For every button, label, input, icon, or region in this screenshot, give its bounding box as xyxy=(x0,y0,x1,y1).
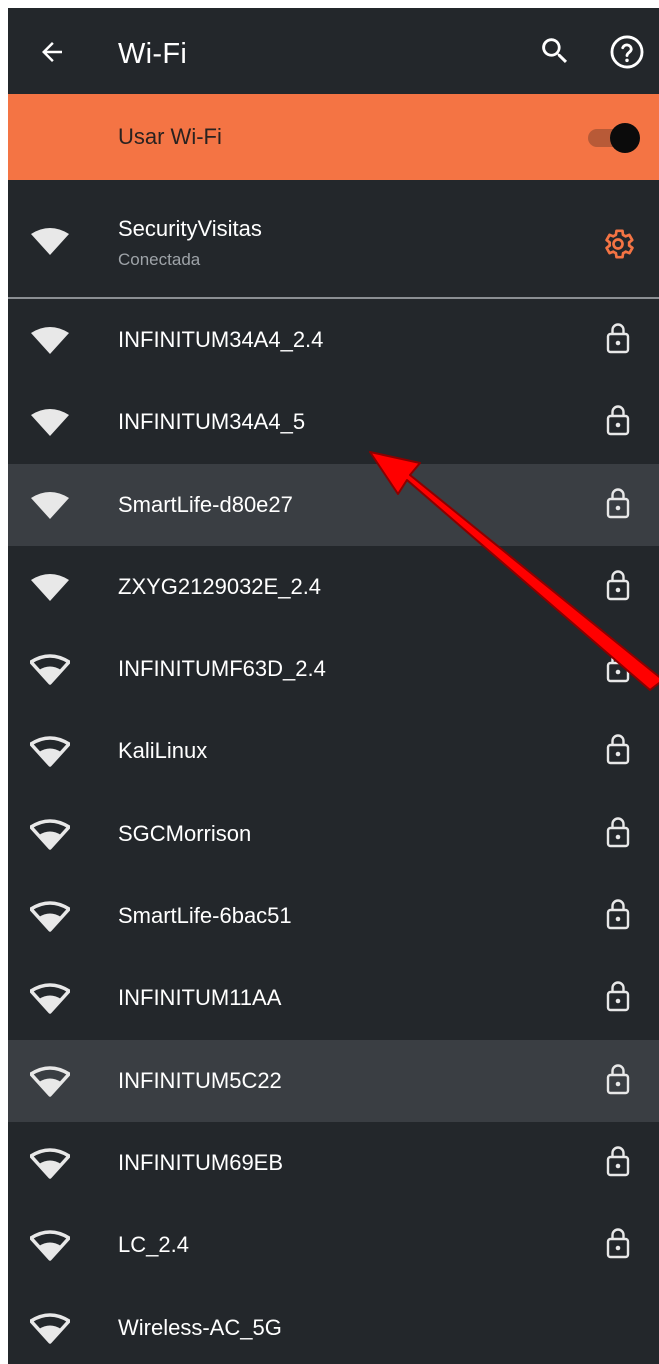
wifi-medium-icon xyxy=(30,1312,70,1344)
lock-icon xyxy=(606,1146,630,1177)
lock-icon xyxy=(606,487,630,518)
network-name: LC_2.4 xyxy=(118,1232,189,1258)
connected-network-status: Conectada xyxy=(118,250,201,269)
network-row[interactable]: SmartLife-d80e27 xyxy=(8,463,659,546)
network-row[interactable]: LC_2.4 xyxy=(8,1204,659,1286)
connected-network-name: SecurityVisitas xyxy=(118,216,262,241)
lock-icon xyxy=(606,570,630,601)
page-title: Wi-Fi xyxy=(118,38,188,70)
wifi-medium-icon xyxy=(30,1065,70,1097)
search-icon xyxy=(542,38,568,64)
toggle-thumb xyxy=(610,123,640,153)
search-button[interactable] xyxy=(538,34,572,68)
lock-icon xyxy=(606,323,630,354)
network-row[interactable]: SGCMorrison xyxy=(8,793,659,875)
lock-icon xyxy=(606,405,630,436)
lock-icon xyxy=(606,652,630,683)
network-row[interactable]: INFINITUM5C22 xyxy=(8,1039,659,1122)
network-name: INFINITUM34A4_2.4 xyxy=(118,327,324,352)
lock-icon xyxy=(606,734,630,765)
wifi-full-icon xyxy=(31,228,69,255)
network-name: INFINITUM11AA xyxy=(118,985,282,1011)
network-row[interactable]: INFINITUM34A4_2.4 xyxy=(8,299,659,381)
wifi-full-icon xyxy=(31,573,69,601)
network-name: Wireless-AC_5G xyxy=(118,1314,282,1340)
network-row[interactable]: ZXYG2129032E_2.4 xyxy=(8,546,659,628)
network-name: SmartLife-6bac51 xyxy=(118,903,292,929)
wifi-medium-icon xyxy=(30,901,70,932)
wifi-medium-icon xyxy=(30,736,70,768)
wifi-settings-screen: Wi-Fi Usar Wi-Fi SecurityVisitas Conecta… xyxy=(8,8,659,1364)
network-row[interactable]: SmartLife-6bac51 xyxy=(8,875,659,957)
arrow-left-icon xyxy=(42,42,62,62)
wifi-full-icon xyxy=(31,409,69,437)
app-bar: Wi-Fi xyxy=(8,8,659,94)
network-row[interactable]: INFINITUM11AA xyxy=(8,957,659,1039)
use-wifi-row[interactable]: Usar Wi-Fi xyxy=(8,94,659,180)
network-name: INFINITUMF63D_2.4 xyxy=(118,656,326,682)
lock-icon xyxy=(606,899,630,930)
connected-network-row[interactable]: SecurityVisitas Conectada xyxy=(8,180,659,296)
network-name: INFINITUM5C22 xyxy=(118,1067,282,1093)
network-name: INFINITUM69EB xyxy=(118,1149,284,1175)
help-button[interactable] xyxy=(608,33,646,71)
wifi-medium-icon xyxy=(30,819,70,850)
lock-icon xyxy=(606,817,630,847)
wifi-full-icon xyxy=(31,327,69,354)
lock-icon xyxy=(606,1228,630,1259)
use-wifi-label: Usar Wi-Fi xyxy=(118,124,222,149)
wifi-medium-icon xyxy=(30,1148,70,1179)
network-name: SmartLife-d80e27 xyxy=(118,491,293,517)
network-name: SGCMorrison xyxy=(118,820,252,846)
back-button[interactable] xyxy=(34,34,70,70)
wifi-medium-icon xyxy=(30,1230,70,1262)
network-row[interactable]: INFINITUM34A4_5 xyxy=(8,381,659,463)
wifi-medium-icon xyxy=(30,983,70,1015)
use-wifi-toggle[interactable] xyxy=(588,123,640,153)
wifi-medium-icon xyxy=(30,654,70,685)
network-row[interactable]: INFINITUM69EB xyxy=(8,1122,659,1204)
wifi-full-icon xyxy=(31,491,69,519)
help-circle-icon xyxy=(610,35,644,69)
network-name: ZXYG2129032E_2.4 xyxy=(118,573,322,599)
lock-icon xyxy=(606,981,630,1012)
network-row[interactable]: INFINITUMF63D_2.4 xyxy=(8,628,659,710)
network-name: KaliLinux xyxy=(118,738,208,764)
available-networks-list: INFINITUM34A4_2.4 INFINITUM34A4_5 SmartLif… xyxy=(8,299,659,1364)
network-name: INFINITUM34A4_5 xyxy=(118,409,306,435)
network-row[interactable]: Wireless-AC_5G xyxy=(8,1287,659,1364)
lock-icon xyxy=(606,1064,630,1094)
gear-icon[interactable] xyxy=(600,226,636,262)
network-row[interactable]: KaliLinux xyxy=(8,710,659,792)
